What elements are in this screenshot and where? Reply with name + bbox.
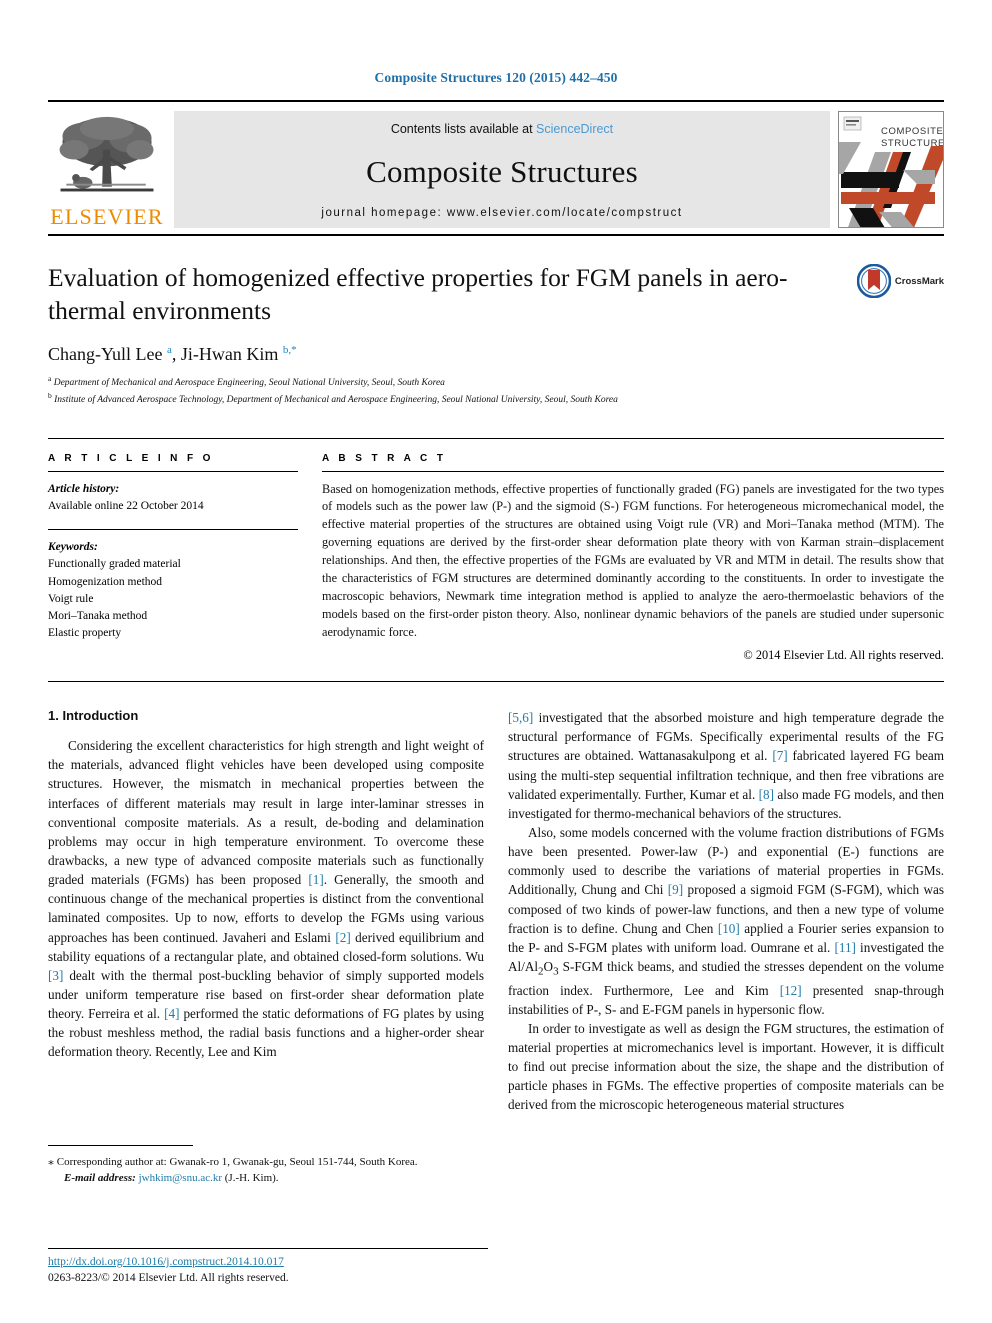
article-info-column: A R T I C L E I N F O Article history: A…	[48, 453, 298, 664]
email-link[interactable]: jwhkim@snu.ac.kr	[139, 1172, 222, 1184]
cover-title-line2: STRUCTURES	[881, 138, 943, 149]
abstract-column: A B S T R A C T Based on homogenization …	[322, 453, 944, 664]
paper-page: Composite Structures 120 (2015) 442–450	[0, 0, 992, 1323]
journal-masthead: ELSEVIER Contents lists available at Sci…	[48, 100, 944, 228]
abstract-heading: A B S T R A C T	[322, 452, 447, 464]
footnote-area: ⁎ Corresponding author at: Gwanak-ro 1, …	[48, 1145, 488, 1186]
article-history-label: Article history:	[48, 482, 120, 495]
keyword-item: Homogenization method	[48, 575, 163, 588]
crossmark-label: CrossMark	[894, 275, 944, 287]
author-list: Chang-Yull Lee a, Ji-Hwan Kim b,*	[48, 344, 297, 365]
paragraph: In order to investigate as well as desig…	[508, 1020, 944, 1113]
journal-banner: Contents lists available at ScienceDirec…	[174, 111, 830, 228]
doi-link[interactable]: http://dx.doi.org/10.1016/j.compstruct.2…	[48, 1254, 488, 1270]
keywords-label: Keywords:	[48, 541, 98, 554]
article-history-value: Available online 22 October 2014	[48, 499, 204, 512]
issn-copyright-line: 0263-8223/© 2014 Elsevier Ltd. All right…	[48, 1272, 289, 1285]
abstract-copyright: © 2014 Elsevier Ltd. All rights reserved…	[743, 648, 944, 663]
body-column-right: [5,6] investigated that the absorbed moi…	[508, 708, 944, 1114]
paragraph: Also, some models concerned with the vol…	[508, 824, 945, 1017]
paragraph: Considering the excellent characteristic…	[48, 738, 485, 1060]
page-title: Evaluation of homogenized effective prop…	[48, 263, 788, 325]
contents-prefix: Contents lists available at	[390, 122, 537, 136]
footnote-rule	[48, 1145, 193, 1146]
contents-available-line: Contents lists available at ScienceDirec…	[391, 122, 613, 136]
section-heading-introduction: 1. Introduction	[48, 708, 139, 724]
masthead-bottom-rule	[48, 234, 944, 236]
doi-block: http://dx.doi.org/10.1016/j.compstruct.2…	[48, 1248, 488, 1286]
paragraph: [5,6] investigated that the absorbed moi…	[508, 710, 945, 821]
email-note: E-mail address: jwhkim@snu.ac.kr (J.-H. …	[48, 1171, 488, 1187]
affiliation-b: b Institute of Advanced Aerospace Techno…	[48, 390, 618, 406]
keyword-item: Voigt rule	[48, 592, 94, 605]
article-info-band: A R T I C L E I N F O Article history: A…	[48, 437, 944, 664]
article-info-heading: A R T I C L E I N F O	[48, 452, 214, 464]
affiliation-a: a Department of Mechanical and Aerospace…	[48, 374, 445, 389]
body-column-left: 1. Introduction Considering the excellen…	[48, 708, 484, 1114]
cover-artwork: COMPOSITE STRUCTURES	[839, 112, 943, 227]
journal-cover-thumbnail[interactable]: COMPOSITE STRUCTURES	[838, 111, 944, 228]
article-info-band-bottom-rule	[48, 681, 944, 683]
keyword-item: Elastic property	[48, 627, 122, 640]
keyword-item: Functionally graded material	[48, 558, 181, 571]
email-suffix: (J.-H. Kim).	[224, 1171, 279, 1184]
corresponding-author-note: ⁎ Corresponding author at: Gwanak-ro 1, …	[48, 1154, 418, 1168]
journal-title: Composite Structures	[366, 153, 638, 189]
journal-homepage-line[interactable]: journal homepage: www.elsevier.com/locat…	[321, 207, 682, 219]
keyword-item: Mori–Tanaka method	[48, 610, 148, 623]
keywords-group: Keywords: Functionally graded material H…	[48, 530, 298, 643]
elsevier-wordmark: ELSEVIER	[50, 204, 164, 229]
affiliation-b-text: Institute of Advanced Aerospace Technolo…	[54, 395, 618, 406]
elsevier-logo: ELSEVIER	[48, 111, 166, 228]
sciencedirect-link[interactable]: ScienceDirect	[536, 122, 613, 136]
title-block: CrossMark Evaluation of homogenized effe…	[48, 262, 944, 408]
crossmark-badge[interactable]: CrossMark	[856, 264, 944, 298]
affiliation-list: a Department of Mechanical and Aerospace…	[48, 374, 944, 407]
crossmark-icon	[856, 264, 891, 298]
abstract-text: Based on homogenization methods, effecti…	[322, 481, 944, 640]
doi-rule	[48, 1248, 488, 1249]
article-history-group: Article history: Available online 22 Oct…	[48, 472, 298, 516]
cover-title-line1: COMPOSITE	[881, 126, 943, 137]
body-columns: 1. Introduction Considering the excellen…	[48, 708, 944, 1114]
running-head: Composite Structures 120 (2015) 442–450	[374, 70, 618, 85]
email-label: E-mail address:	[64, 1171, 136, 1184]
elsevier-tree-icon	[59, 116, 154, 192]
affiliation-a-text: Department of Mechanical and Aerospace E…	[53, 378, 445, 389]
